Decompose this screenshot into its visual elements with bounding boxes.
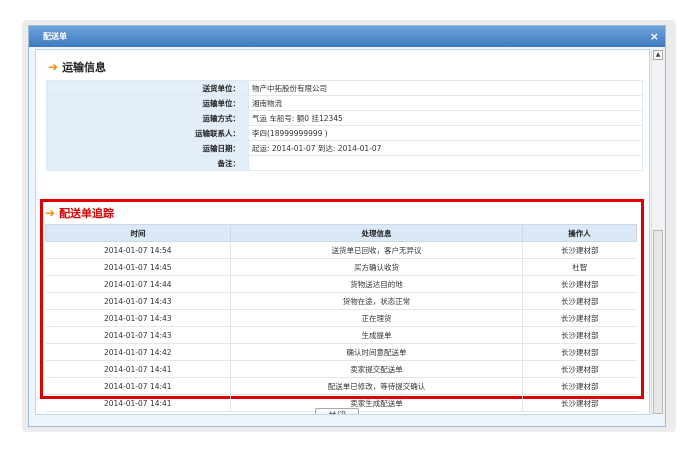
tracking-section-heading: ➔ 配送单追踪: [45, 205, 114, 221]
transport-info-row: 送货单位： 物产中拓股份有限公司: [46, 80, 643, 96]
cell-time: 2014-01-07 14:41: [45, 360, 231, 378]
cell-info: 买方确认收货: [230, 258, 523, 276]
tracking-section: ➔ 配送单追踪 时间 处理信息 操作人 2014-01-07 14:54 送货单已回…: [40, 199, 644, 412]
cell-info: 正在理货: [230, 309, 523, 327]
info-value: 气运 车船号: 额0 挂12345: [248, 110, 643, 126]
arrow-right-icon: ➔: [48, 60, 59, 74]
transport-info-row: 运输方式： 气运 车船号: 额0 挂12345: [46, 110, 643, 126]
cell-info: 卖家提交配送单: [230, 360, 523, 378]
dialog-title: 配送单: [43, 32, 67, 41]
table-row: 2014-01-07 14:43 正在理货 长沙建材部: [45, 309, 637, 327]
transport-info-row: 运输日期： 起运: 2014-01-07 到达: 2014-01-07: [46, 140, 643, 156]
info-label: 运输方式：: [46, 110, 249, 126]
column-header-operator: 操作人: [522, 224, 637, 242]
cell-time: 2014-01-07 14:43: [45, 326, 231, 344]
scrollbar-thumb[interactable]: [653, 230, 663, 414]
cell-time: 2014-01-07 14:42: [45, 343, 231, 361]
cell-info: 生成提单: [230, 326, 523, 344]
cell-info: 货物送达目的地: [230, 275, 523, 293]
transport-info-row: 备注：: [46, 155, 643, 171]
transport-heading-text: 运输信息: [62, 61, 107, 74]
cell-operator: 长沙建材部: [522, 292, 637, 310]
table-row: 2014-01-07 14:41 配送单已修改，等待提交确认 长沙建材部: [45, 377, 637, 395]
table-row: 2014-01-07 14:43 货物在途，状态正常 长沙建材部: [45, 292, 637, 310]
scroll-up-icon[interactable]: ▲: [653, 50, 663, 60]
column-header-info: 处理信息: [230, 224, 523, 242]
cell-time: 2014-01-07 14:44: [45, 275, 231, 293]
cell-operator: 长沙建材部: [522, 343, 637, 361]
cell-operator: 长沙建材部: [522, 360, 637, 378]
info-label: 备注：: [46, 155, 249, 171]
cell-info: 配送单已修改，等待提交确认: [230, 377, 523, 395]
cell-operator: 杜智: [522, 258, 637, 276]
cell-time: 2014-01-07 14:45: [45, 258, 231, 276]
cell-operator: 长沙建材部: [522, 377, 637, 395]
cell-time: 2014-01-07 14:54: [45, 241, 231, 259]
cell-info: 送货单已回收，客户无异议: [230, 241, 523, 259]
tracking-heading-text: 配送单追踪: [59, 207, 115, 220]
cell-time: 2014-01-07 14:41: [45, 377, 231, 395]
table-row: 2014-01-07 14:43 生成提单 长沙建材部: [45, 326, 637, 344]
info-value: 起运: 2014-01-07 到达: 2014-01-07: [248, 140, 643, 156]
table-row: 2014-01-07 14:44 货物送达目的地 长沙建材部: [45, 275, 637, 293]
cell-time: 2014-01-07 14:41: [45, 394, 231, 412]
cell-info: 确认时间意配送单: [230, 343, 523, 361]
cell-operator: 长沙建材部: [522, 309, 637, 327]
info-label: 送货单位：: [46, 80, 249, 96]
close-icon[interactable]: ×: [650, 30, 659, 43]
table-row: 2014-01-07 14:54 送货单已回收，客户无异议 长沙建材部: [45, 241, 637, 259]
cell-info: 卖家生成配送单: [230, 394, 523, 412]
table-row: 2014-01-07 14:45 买方确认收货 杜智: [45, 258, 637, 276]
vertical-scrollbar[interactable]: ▲: [651, 49, 663, 415]
cell-operator: 长沙建材部: [522, 275, 637, 293]
table-row: 2014-01-07 14:41 卖家提交配送单 长沙建材部: [45, 360, 637, 378]
cell-operator: 长沙建材部: [522, 241, 637, 259]
transport-section-heading: ➔ 运输信息: [48, 59, 106, 75]
info-label: 运输联系人：: [46, 125, 249, 141]
column-header-time: 时间: [45, 224, 231, 242]
close-button[interactable]: 关闭: [315, 408, 359, 414]
dialog-content: ➔ 运输信息 送货单位： 物产中拓股份有限公司 运输单位： 湘南物流 运输方式： 气运 车船…: [35, 49, 650, 415]
info-label: 运输日期：: [46, 140, 249, 156]
transport-info-row: 运输单位： 湘南物流: [46, 95, 643, 111]
info-value: 李四(18999999999 ): [248, 125, 643, 141]
info-label: 运输单位：: [46, 95, 249, 111]
cell-info: 货物在途，状态正常: [230, 292, 523, 310]
cell-time: 2014-01-07 14:43: [45, 292, 231, 310]
info-value: 湘南物流: [248, 95, 643, 111]
info-value: [248, 155, 643, 171]
tracking-header-row: 时间 处理信息 操作人: [45, 224, 637, 242]
tracking-table: 时间 处理信息 操作人 2014-01-07 14:54 送货单已回收，客户无异议…: [45, 224, 637, 412]
transport-info-table: 送货单位： 物产中拓股份有限公司 运输单位： 湘南物流 运输方式： 气运 车船号: 额0 …: [46, 80, 643, 171]
table-row: 2014-01-07 14:42 确认时间意配送单 长沙建材部: [45, 343, 637, 361]
cell-operator: 长沙建材部: [522, 394, 637, 412]
cell-time: 2014-01-07 14:43: [45, 309, 231, 327]
delivery-dialog: 配送单 × ➔ 运输信息 送货单位： 物产中拓股份有限公司 运输单位： 湘南物流 运输方式…: [28, 25, 666, 427]
info-value: 物产中拓股份有限公司: [248, 80, 643, 96]
dialog-titlebar[interactable]: 配送单 ×: [29, 26, 665, 47]
arrow-right-icon: ➔: [45, 206, 56, 220]
cell-operator: 长沙建材部: [522, 326, 637, 344]
transport-info-row: 运输联系人： 李四(18999999999 ): [46, 125, 643, 141]
